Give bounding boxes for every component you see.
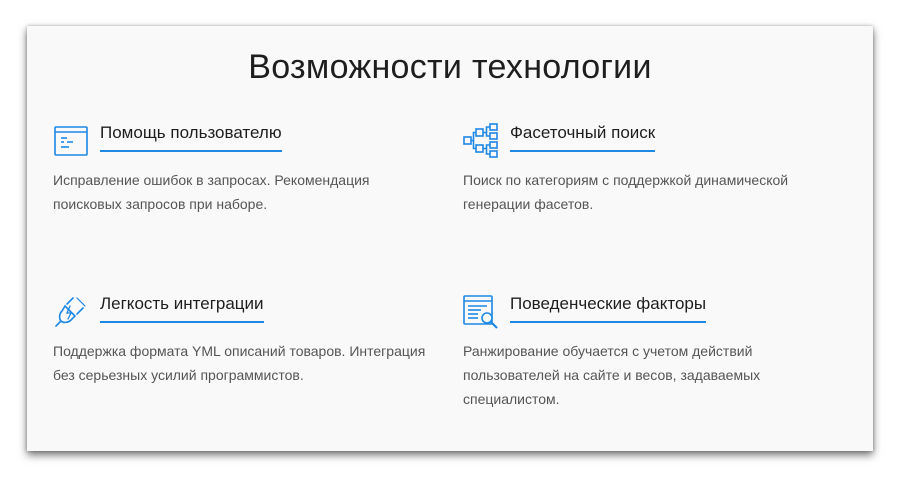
feature-user-help: Помощь пользователю Исправление ошибок в… [53, 123, 433, 212]
faceted-tree-icon [463, 123, 499, 159]
feature-description: Поиск по категориям с поддержкой динамич… [463, 172, 789, 212]
feature-title: Поведенческие факторы [510, 294, 707, 323]
feature-description: Исправление ошибок в запросах. Рекоменда… [53, 172, 370, 212]
features-card: Возможности технологии Помощь пользовате… [27, 26, 873, 451]
feature-description: Ранжирование обучается с учетом действий… [463, 343, 761, 407]
feature-faceted-search: Фасеточный поиск Поиск по категориям с п… [463, 123, 843, 212]
feature-behavioral-factors: Поведенческие факторы Ранжирование обуча… [463, 294, 843, 407]
feature-title: Фасеточный поиск [510, 123, 656, 152]
feature-title: Легкость интеграции [100, 294, 264, 323]
feature-easy-integration: Легкость интеграции Поддержка формата YM… [53, 294, 433, 383]
plug-integration-icon [53, 294, 89, 330]
feature-description: Поддержка формата YML описаний товаров. … [53, 343, 426, 383]
section-title: Возможности технологии [248, 48, 652, 86]
document-search-icon [463, 294, 499, 330]
user-help-window-icon [53, 123, 89, 159]
feature-title: Помощь пользователю [100, 123, 282, 152]
